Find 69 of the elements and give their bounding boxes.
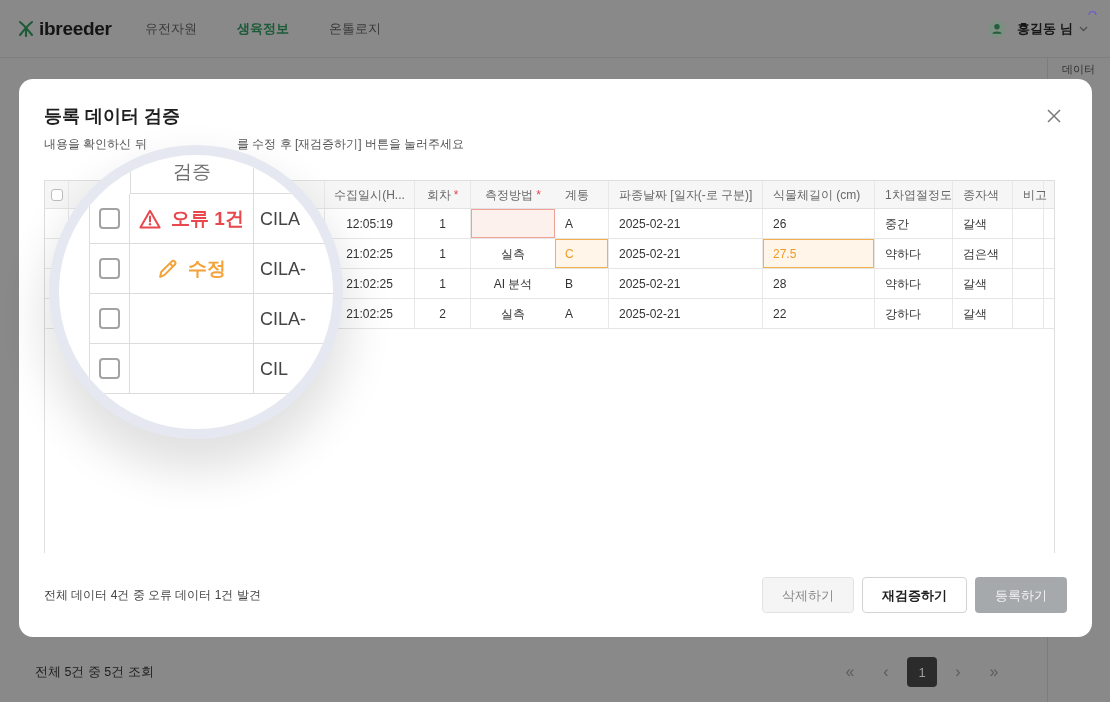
column-header: 측정방법 * <box>484 186 542 204</box>
table-cell: 2025-02-21 <box>609 299 763 328</box>
row-id-text: CILA <box>260 207 301 230</box>
user-avatar-icon <box>988 19 1007 38</box>
table-cell: 22 <box>763 299 875 328</box>
column-header: 회차 * <box>415 181 471 208</box>
pencil-icon <box>157 258 178 279</box>
table-cell: 약하다 <box>875 239 953 268</box>
edited-status: 수정 <box>188 257 226 280</box>
summary-text: 전체 데이터 4건 중 오류 데이터 1건 발견 <box>44 587 261 604</box>
table-cell: 26 <box>763 209 875 238</box>
table-cell: 1 <box>415 239 471 268</box>
row-id-text: CILA- <box>260 257 306 280</box>
instruction-text: 를 수정 후 [재검증하기] 버튼을 눌러주세요 <box>237 137 465 151</box>
row-id-text: CIL <box>260 357 288 380</box>
column-header: 검증 <box>173 161 211 183</box>
table-cell-text: 실측 <box>500 245 526 263</box>
first-page-button[interactable]: « <box>835 657 865 687</box>
nav-link[interactable]: 유전자원 <box>144 20 197 37</box>
table-cell: 검은색 <box>953 239 1013 268</box>
page-number-button[interactable]: 1 <box>907 657 937 687</box>
column-header: 비고 <box>1013 181 1044 208</box>
dialog-title: 등록 데이터 검증 <box>44 105 180 128</box>
user-name[interactable]: 홍길동 님 <box>1017 20 1073 37</box>
table-cell-text: 실측 <box>500 305 526 323</box>
table-cell: 강하다 <box>875 299 953 328</box>
table-cell: 중간 <box>875 209 953 238</box>
edited-cell: C <box>555 239 609 268</box>
logo-icon[interactable] <box>18 20 34 37</box>
checkbox[interactable] <box>99 308 120 329</box>
previous-page-button[interactable]: ‹ <box>871 657 901 687</box>
error-status: 오류 1건 <box>171 207 244 230</box>
table-cell: A <box>555 299 609 328</box>
table-cell: 28 <box>763 269 875 298</box>
caret-icon[interactable] <box>1079 25 1088 32</box>
checkbox[interactable] <box>50 188 63 201</box>
table-cell: 약하다 <box>875 269 953 298</box>
table-cell: 1 <box>415 269 471 298</box>
table-cell: 갈색 <box>953 299 1013 328</box>
edited-cell: 27.5 <box>763 239 875 268</box>
table-cell: B <box>555 269 609 298</box>
column-header: 종자색 <box>953 181 1013 208</box>
brand-name[interactable]: ibreeder <box>39 17 112 40</box>
result-count: 전체 5건 중 5건 조회 <box>35 663 154 681</box>
nav-link[interactable]: 온톨로지 <box>328 20 381 37</box>
checkbox[interactable] <box>99 258 120 279</box>
warning-icon <box>139 208 162 229</box>
spinner-icon <box>1088 10 1097 15</box>
instruction-text: 내용을 확인하신 뒤 <box>44 137 147 151</box>
column-header: 1차엽절정도 <box>875 181 953 208</box>
table-cell: 2025-02-21 <box>609 269 763 298</box>
close-icon[interactable] <box>1047 109 1061 123</box>
table-cell-text: AI 분석 <box>492 275 534 293</box>
table-cell: 2025-02-21 <box>609 209 763 238</box>
revalidate-button[interactable]: 재검증하기 <box>862 577 967 613</box>
row-id-text: CILA- <box>260 307 306 330</box>
table-cell: 갈색 <box>953 209 1013 238</box>
checkbox[interactable] <box>99 208 120 229</box>
checkbox[interactable] <box>99 358 120 379</box>
panel-title: 데이터 <box>1062 63 1095 75</box>
column-header: 파종날짜 [일자(-로 구분)] <box>609 181 763 208</box>
table-cell: 갈색 <box>953 269 1013 298</box>
nav-link[interactable]: 생육정보 <box>236 20 289 37</box>
column-header: 식물체길이 (cm) <box>763 181 875 208</box>
column-header: 계통 <box>555 181 609 208</box>
table-cell: 2 <box>415 299 471 328</box>
table-cell: A <box>555 209 609 238</box>
last-page-button[interactable]: » <box>979 657 1009 687</box>
next-page-button[interactable]: › <box>943 657 973 687</box>
